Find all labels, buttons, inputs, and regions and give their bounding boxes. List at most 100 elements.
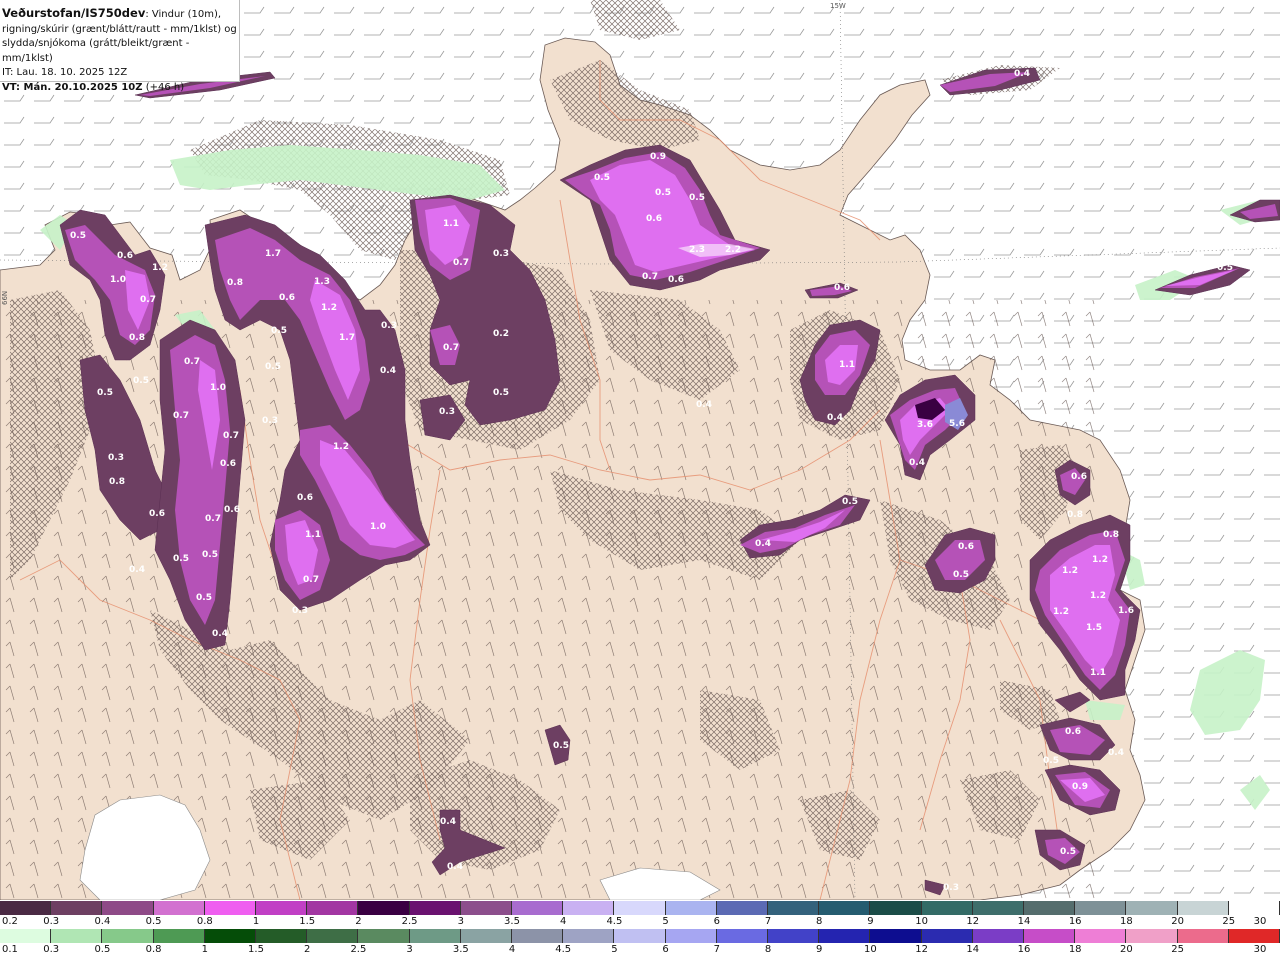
- legend-tick-label: 4.5: [606, 916, 623, 927]
- precip-value-label: 0.8: [129, 333, 145, 343]
- legend-swatch: [409, 929, 461, 943]
- legend-swatch: [819, 929, 871, 943]
- legend-swatch: [614, 901, 666, 915]
- rain-color-legend: 0.1 0.3 0.5 0.8 1 1.5 2 2.5 3 3.5 4 4.5 5 6 7 8 9 10 12 14 1…: [0, 929, 1280, 958]
- legend-tick-label: 3: [406, 944, 413, 955]
- legend-swatch: [870, 901, 922, 915]
- precip-value-label: 0.7: [453, 258, 469, 268]
- legend-swatch: [256, 929, 308, 943]
- precip-value-label: 0.5: [953, 570, 969, 580]
- legend-tick-label: 10: [915, 916, 928, 927]
- precip-value-label: 0.4: [755, 539, 771, 549]
- precip-value-label: 1.2: [333, 442, 349, 452]
- lat-label-66n: 66N: [1, 291, 9, 305]
- precip-value-label: 0.8: [1067, 510, 1083, 520]
- legend-tick-label: 4: [508, 944, 516, 955]
- legend-tick-label: 2.5: [401, 916, 418, 927]
- precip-value-label: 0.5: [173, 554, 189, 564]
- precip-value-label: 1.2: [1092, 555, 1108, 565]
- legend-tick-label: 30: [1253, 944, 1267, 955]
- legend-tick-label: 6: [662, 944, 669, 955]
- precip-value-label: 0.6: [1065, 727, 1081, 737]
- legend-swatch: [1126, 929, 1178, 943]
- legend-tick-label: 14: [966, 944, 980, 955]
- precip-value-label: 0.7: [140, 295, 156, 305]
- precip-value-label: 0.4: [440, 817, 456, 827]
- precip-value-label: 0.5: [196, 593, 212, 603]
- legend-tick-label: 0.3: [43, 944, 60, 955]
- precip-value-label: 0.3: [493, 249, 509, 259]
- snow-legend-bar: [0, 901, 1280, 915]
- precip-value-label: 0.4: [909, 458, 925, 468]
- initial-time: IT: Lau. 18. 10. 2025 12Z: [2, 67, 128, 78]
- legend-swatch: [1126, 901, 1178, 915]
- legend-tick-label: 2.5: [350, 944, 367, 955]
- legend-tick-label: 20: [1120, 944, 1133, 955]
- legend-swatch: [972, 929, 1025, 943]
- legend-swatch: [716, 929, 769, 943]
- precip-value-label: 2.3: [689, 245, 705, 255]
- lon-label-15w: 15W: [830, 2, 846, 10]
- precip-value-label: 0.8: [1103, 530, 1119, 540]
- precip-value-label: 0.3: [943, 883, 959, 893]
- precip-value-label: 0.6: [834, 283, 850, 293]
- precip-value-label: 0.7: [443, 343, 459, 353]
- legend-tick-label: 12: [966, 916, 980, 927]
- legend-swatch: [358, 901, 410, 915]
- legend-swatch: [1177, 929, 1229, 943]
- legend-swatch: [921, 929, 973, 943]
- precip-value-label: 1.2: [1062, 566, 1078, 576]
- legend-tick-label: 0.5: [94, 944, 111, 955]
- legend-swatch: [563, 901, 615, 915]
- precip-value-label: 1.7: [339, 333, 355, 343]
- precip-value-label: 0.6: [297, 493, 313, 503]
- precip-value-label: 0.5: [655, 188, 671, 198]
- precip-value-label: 0.2: [493, 329, 509, 339]
- precip-value-label: 1.0: [210, 383, 226, 393]
- precip-value-label: 0.4: [827, 413, 843, 423]
- header-desc-1: : Vindur (10m),: [145, 9, 222, 20]
- header-desc-3: slydda/snjókoma (grátt/bleikt/grænt - mm…: [2, 38, 190, 64]
- precip-value-label: 1.0: [370, 522, 386, 532]
- rain-legend-ticks: 0.1 0.3 0.5 0.8 1 1.5 2 2.5 3 3.5 4 4.5 5 6 7 8 9 10 12 14 1…: [0, 943, 1280, 958]
- legend-tick-label: 16: [1017, 944, 1031, 955]
- precip-value-label: 0.6: [149, 509, 165, 519]
- precip-value-label: 0.7: [184, 357, 200, 367]
- precip-value-label: 0.3: [292, 606, 308, 616]
- precip-value-label: 0.4: [696, 400, 712, 410]
- legend-swatch: [1177, 901, 1229, 915]
- legend-swatch: [512, 929, 564, 943]
- brand-title: Veðurstofan/IS750dev: [2, 6, 146, 20]
- legend-tick-label: 9: [816, 944, 823, 955]
- snow-legend-ticks: 0.2 0.3 0.4 0.5 0.8 1 1.5 2 2.5 3 3.5 4 4.5 5 6 7 8 9 10 12…: [0, 915, 1280, 930]
- legend-tick-label: 3.5: [504, 916, 520, 927]
- legend-swatch: [256, 901, 308, 915]
- precip-value-label: 1.2: [152, 263, 168, 273]
- precip-value-label: 0.3: [262, 416, 278, 426]
- legend-tick-label: 0.4: [94, 916, 111, 927]
- precip-value-label: 0.6: [646, 214, 662, 224]
- precip-value-label: 0.5: [594, 173, 610, 183]
- precip-value-label: 1.1: [305, 530, 321, 540]
- legend-swatch: [1228, 929, 1280, 943]
- legend-tick-label: 5: [662, 916, 669, 927]
- legend-swatch: [460, 929, 513, 943]
- precip-value-label: 0.5: [133, 376, 149, 386]
- legend-tick-label: 2: [304, 944, 311, 955]
- legend-tick-label: 1.5: [299, 916, 316, 927]
- legend-swatch: [665, 929, 717, 943]
- precip-value-label: 0.7: [173, 411, 189, 421]
- precip-value-label: 0.5: [265, 362, 281, 372]
- legend-swatch: [1024, 901, 1076, 915]
- weather-map: 0.5 0.6 1.2 1.0 0.7 0.8 0.5 0.5 0.7 1.0 0.7 0.7 0.6 0…: [0, 0, 1280, 900]
- legend-swatch: [1024, 929, 1076, 943]
- header-desc-2: rigning/skúrir (grænt/blátt/rautt - mm/1…: [2, 23, 237, 35]
- precip-value-label: 1.1: [443, 219, 459, 229]
- legend-tick-label: 14: [1017, 916, 1031, 927]
- legend-swatch: [819, 901, 871, 915]
- precip-value-label: 1.5: [1086, 623, 1102, 633]
- legend-swatch: [204, 929, 257, 943]
- precip-value-label: 0.7: [205, 514, 221, 524]
- precip-value-label: 0.8: [227, 278, 243, 288]
- precip-value-label: 0.6: [279, 293, 295, 303]
